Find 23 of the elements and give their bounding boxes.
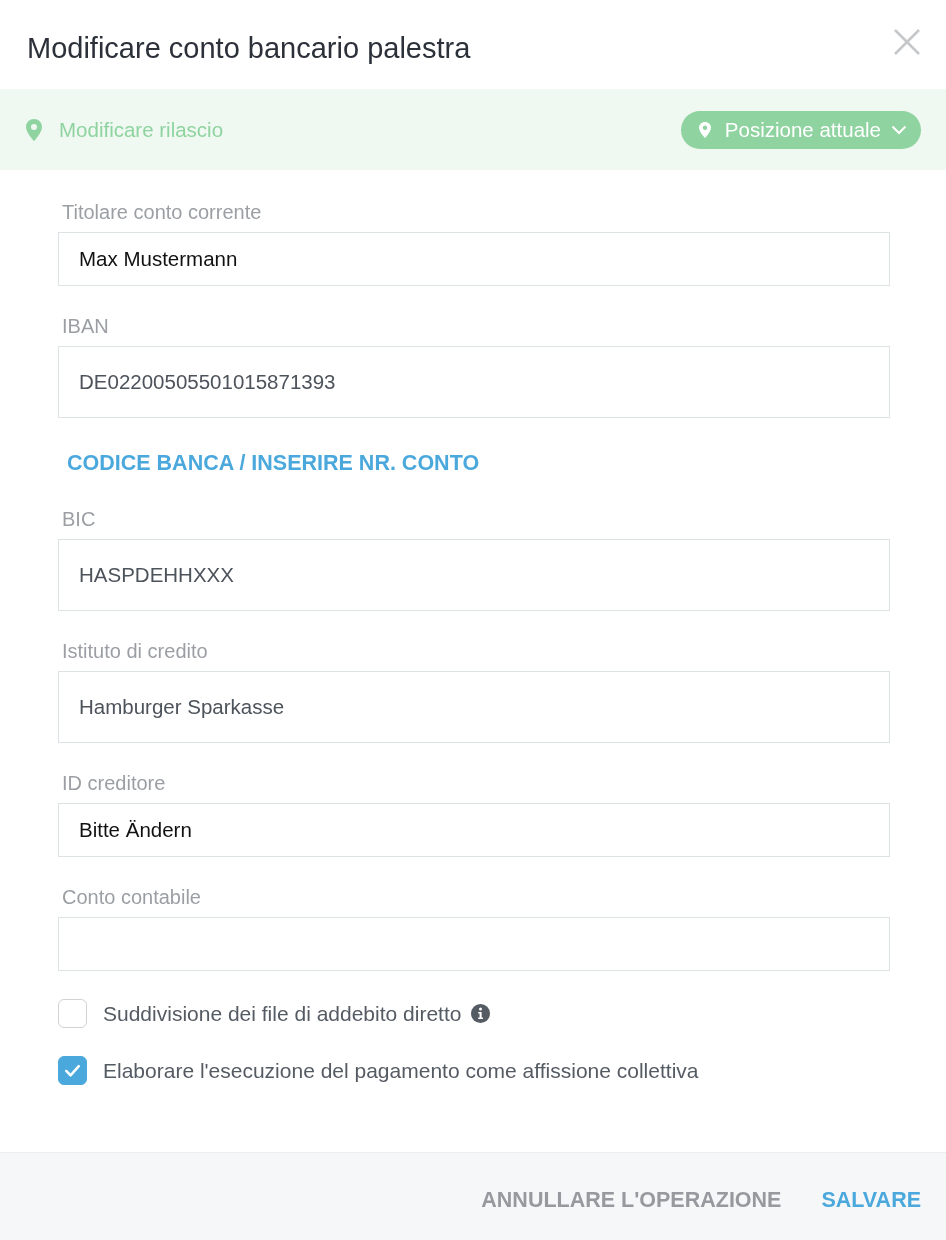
field-label: Conto contabile — [61, 885, 201, 909]
info-icon[interactable] — [471, 1004, 491, 1023]
input-field[interactable]: HASPDEHHXXX — [58, 539, 890, 611]
checkbox-label: Suddivisione dei file di addebito diretto — [103, 1001, 462, 1026]
checkbox[interactable] — [58, 1056, 87, 1085]
location-pin-icon — [26, 118, 42, 141]
input-field[interactable]: DE02200505501015871393 — [58, 346, 890, 418]
field-label: Titolare conto corrente — [61, 200, 262, 224]
location-pin-icon — [698, 121, 711, 138]
input-field[interactable]: Max Mustermann — [58, 232, 890, 286]
checkbox[interactable] — [58, 999, 87, 1028]
input-field[interactable]: Hamburger Sparkasse — [58, 671, 890, 743]
checkbox-label: Elaborare l'esecuzione del pagamento come affissione collettiva — [103, 1058, 699, 1083]
field-label: Istituto di credito — [61, 639, 208, 663]
field-label: BIC — [61, 507, 96, 531]
chevron-down-icon — [891, 124, 907, 135]
location-label: Modificare rilascio — [59, 117, 224, 142]
input-field[interactable]: Bitte Ändern — [58, 803, 890, 857]
close-icon[interactable] — [894, 29, 920, 55]
field-label: ID creditore — [61, 771, 166, 795]
field-label: IBAN — [61, 314, 109, 338]
dialog-title: Modificare conto bancario palestra — [27, 32, 471, 65]
input-field[interactable] — [58, 917, 890, 971]
